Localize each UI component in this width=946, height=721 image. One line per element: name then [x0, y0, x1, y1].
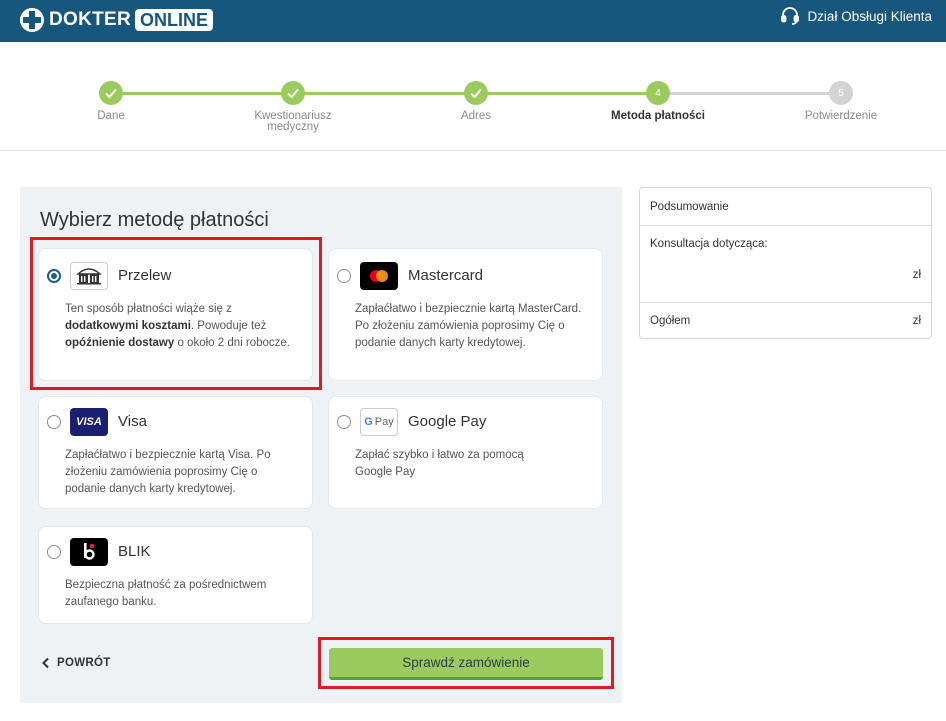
summary-title: Podsumowanie: [640, 188, 931, 226]
payment-option-visa[interactable]: VISA Visa Zapłaćłatwo i bezpiecznie kart…: [38, 396, 313, 509]
consultation-label: Konsultacja dotycząca:: [650, 238, 768, 250]
radio-blik[interactable]: [47, 545, 61, 559]
payment-name: Mastercard: [408, 267, 484, 284]
payment-option-blik[interactable]: BLIK Bezpieczna płatność za pośrednictwe…: [38, 526, 313, 624]
google-pay-icon: G Pay: [360, 408, 398, 436]
step-adres: Adres: [396, 81, 556, 122]
consultation-price: zł: [912, 269, 921, 281]
check-icon: [99, 81, 123, 105]
step-number: 5: [829, 81, 853, 105]
payment-description: Zapłać szybko i łatwo za pomocą Google P…: [355, 449, 524, 478]
payment-description: Bezpieczna płatność za pośrednictwem zau…: [65, 579, 267, 608]
payment-name: Visa: [118, 413, 147, 430]
step-dane: Dane: [31, 81, 191, 122]
total-label: Ogółem: [650, 315, 691, 327]
payment-description: Zapłaćłatwo i bezpiecznie kartą Visa. Po…: [65, 449, 271, 495]
logo[interactable]: DOKTER ONLINE: [19, 7, 214, 33]
radio-visa[interactable]: [47, 415, 61, 429]
step-label: Kwestionariusz medyczny: [254, 110, 332, 133]
highlight-submit: [318, 637, 614, 689]
logo-word-dokter: DOKTER: [49, 9, 132, 30]
back-link[interactable]: POWRÓT: [40, 657, 111, 669]
step-potwierdzenie: 5 Potwierdzenie: [761, 81, 921, 122]
check-icon: [281, 81, 305, 105]
payment-description: Zapłaćłatwo i bezpiecznie kartą MasterCa…: [355, 303, 582, 349]
step-label: Metoda płatności: [611, 110, 705, 122]
radio-mastercard[interactable]: [337, 269, 351, 283]
order-summary: Podsumowanie Konsultacja dotycząca: zł O…: [639, 187, 932, 339]
step-number: 4: [646, 81, 670, 105]
summary-consultation-row: Konsultacja dotycząca: zł: [640, 226, 931, 303]
headset-icon: [780, 6, 800, 26]
payment-title: Wybierz metodę płatności: [40, 209, 269, 231]
step-label: Potwierdzenie: [804, 110, 878, 122]
step-label: Adres: [460, 110, 492, 122]
step-label: Dane: [97, 110, 125, 122]
mastercard-icon: [360, 262, 398, 290]
logo-cross-icon: [19, 7, 47, 33]
payment-name: Google Pay: [408, 413, 487, 430]
top-bar: DOKTER ONLINE Dział Obsługi Klienta: [0, 0, 946, 42]
back-label: POWRÓT: [57, 657, 111, 669]
highlight-przelew: [30, 237, 322, 390]
payment-option-google-pay[interactable]: G Pay Google Pay Zapłać szybko i łatwo za…: [328, 396, 603, 509]
chevron-left-icon: [40, 657, 52, 669]
customer-service-label: Dział Obsługi Klienta: [807, 8, 932, 24]
logo-word-online: ONLINE: [135, 9, 214, 31]
radio-google-pay[interactable]: [337, 415, 351, 429]
total-price: zł: [912, 315, 921, 327]
stepper-progress-line: [110, 92, 658, 95]
step-kwestionariusz: Kwestionariusz medyczny: [213, 81, 373, 133]
checkout-stepper: Dane Kwestionariusz medyczny Adres 4 Met…: [0, 42, 946, 151]
summary-total-row: Ogółem zł: [640, 303, 931, 339]
payment-option-mastercard[interactable]: Mastercard Zapłaćłatwo i bezpiecznie kar…: [328, 248, 603, 381]
check-icon: [464, 81, 488, 105]
blik-icon: [70, 538, 108, 566]
visa-icon: VISA: [70, 408, 108, 436]
step-metoda-platnosci: 4 Metoda płatności: [578, 81, 738, 122]
customer-service-link[interactable]: Dział Obsługi Klienta: [780, 6, 932, 26]
payment-name: BLIK: [118, 543, 151, 560]
